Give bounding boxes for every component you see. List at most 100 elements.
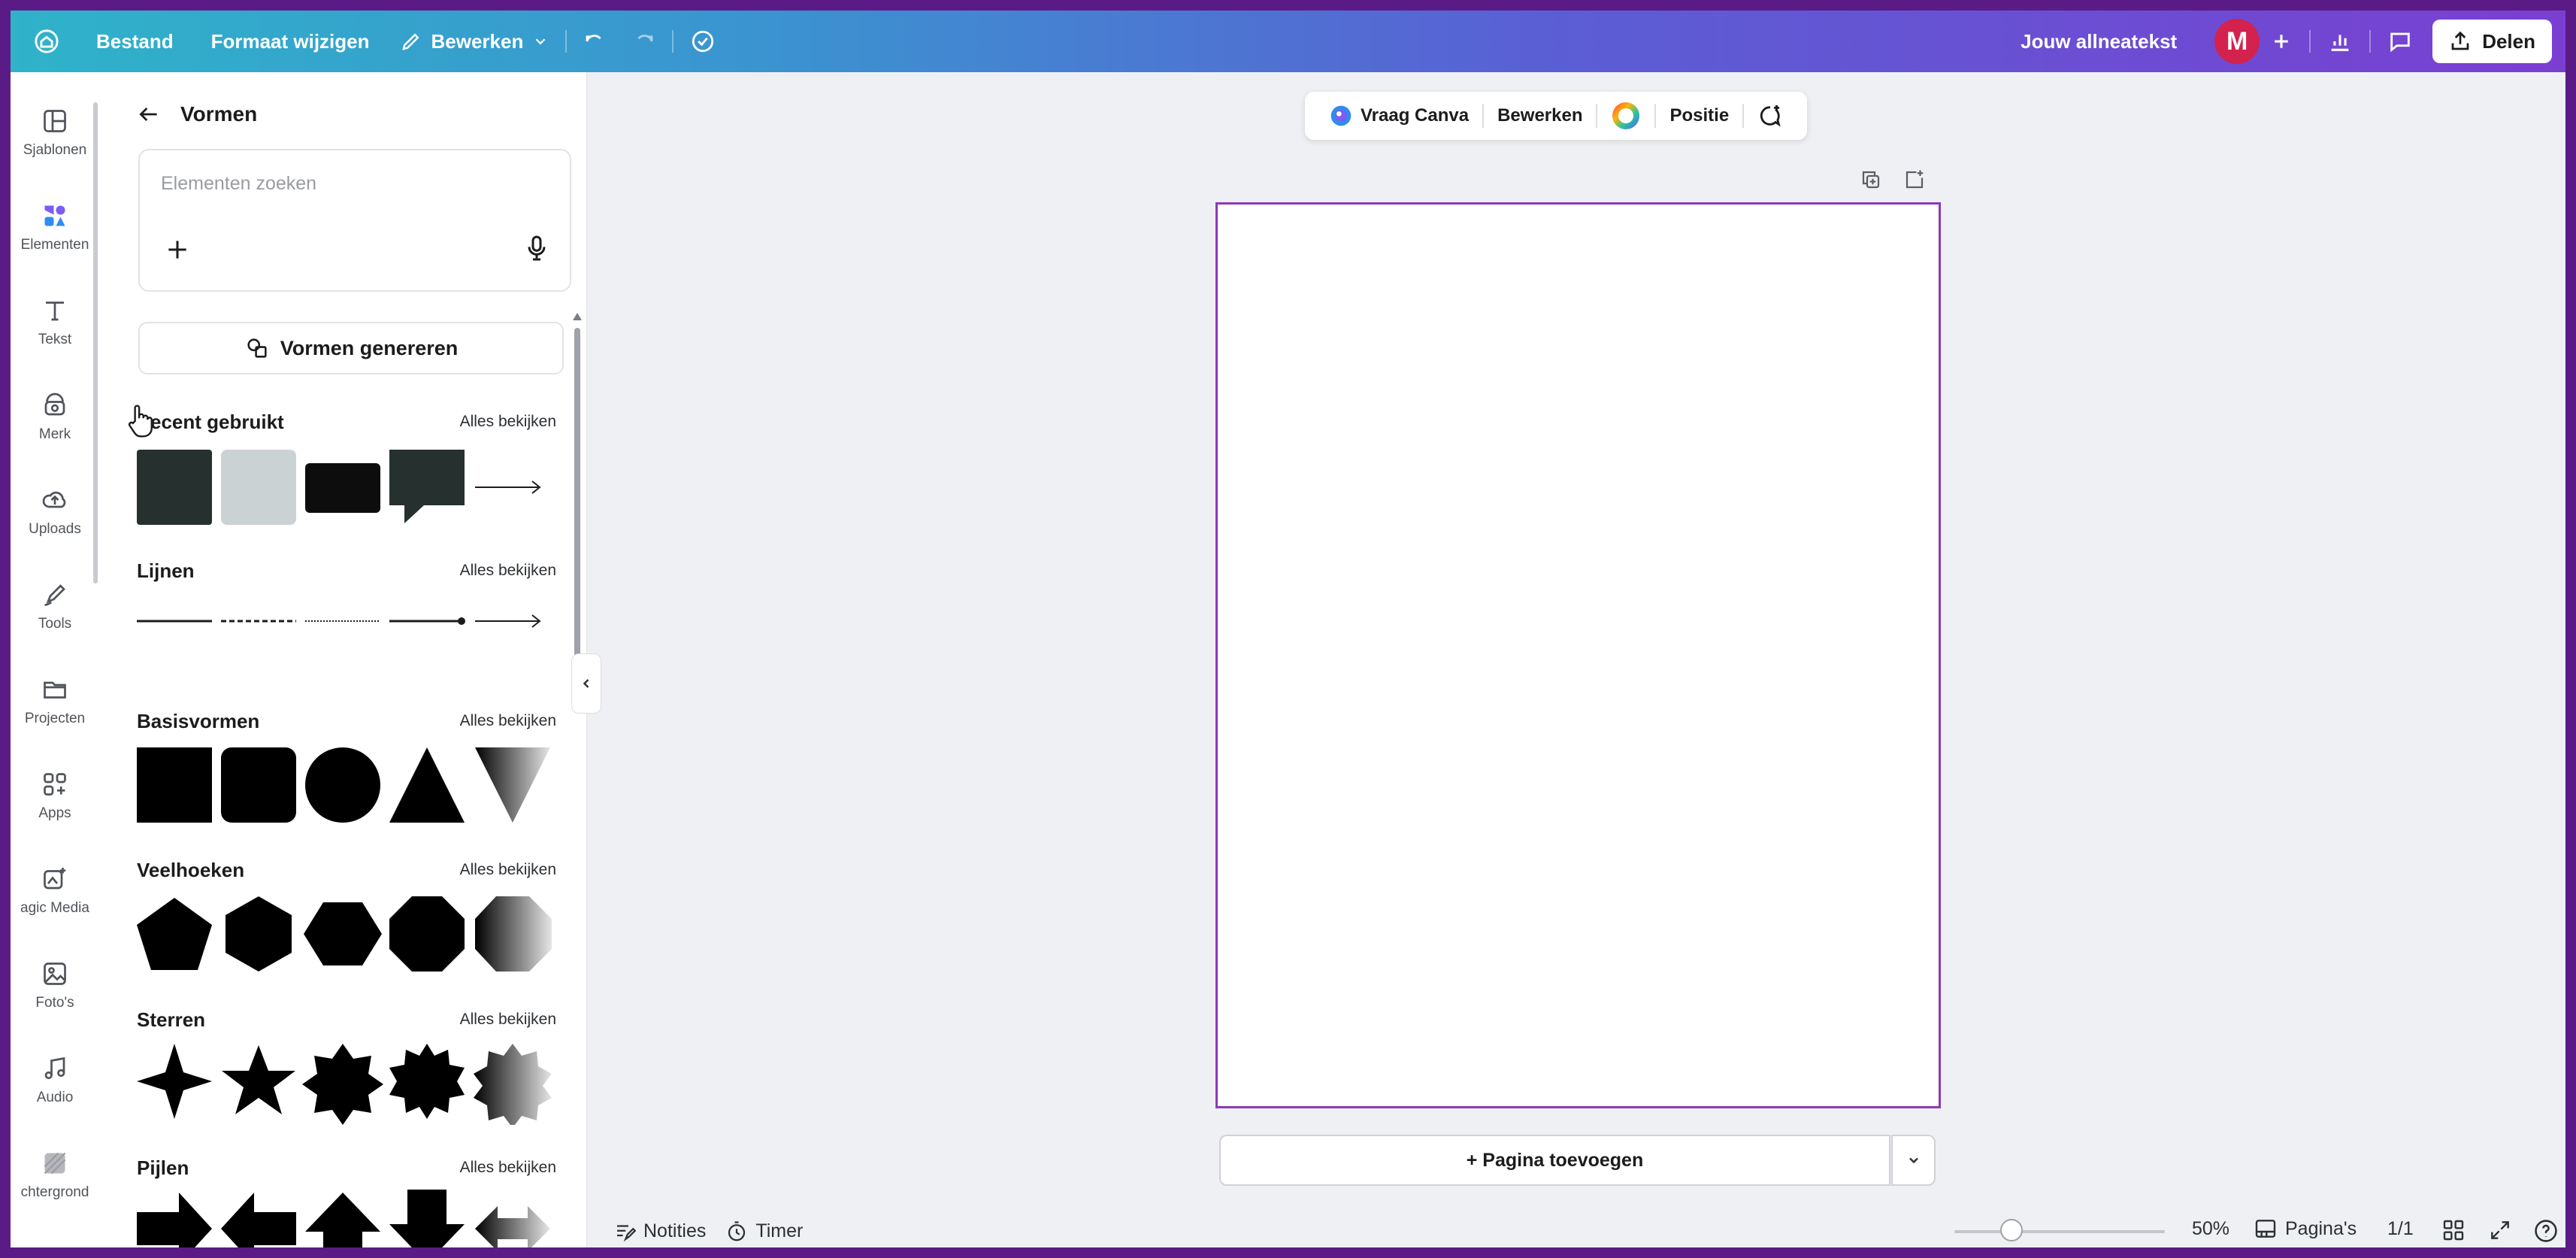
grid-view-icon[interactable] [2441, 1218, 2466, 1242]
rail-label: Tools [38, 616, 72, 632]
shape-row-stars [135, 1042, 556, 1125]
edit-button[interactable]: Bewerken [1484, 105, 1596, 126]
plus-icon[interactable] [162, 235, 192, 265]
notes-button[interactable]: Notities [613, 1220, 706, 1243]
home-button[interactable] [32, 26, 62, 56]
canva-ai-icon [1330, 105, 1352, 126]
rail-item-magic-media[interactable]: agic Media [11, 850, 99, 932]
see-all-link-recent[interactable]: Alles bekijken [460, 413, 556, 431]
search-input[interactable]: Elementen zoeken [161, 173, 316, 195]
fullscreen-icon[interactable] [2488, 1218, 2512, 1242]
rail-item-background[interactable]: chtergrond [11, 1134, 99, 1217]
rail-item-uploads[interactable]: Uploads [11, 471, 99, 553]
rail-item-photos[interactable]: Foto's [11, 944, 99, 1027]
pen-icon [44, 584, 65, 606]
shape-item [475, 1206, 550, 1247]
shape-item [475, 614, 541, 628]
avatar[interactable]: M [2214, 19, 2260, 64]
see-all-link-arrows[interactable]: Alles bekijken [460, 1159, 556, 1177]
see-all-link-polygons[interactable]: Alles bekijken [460, 861, 556, 879]
rail-scrollbar[interactable] [93, 102, 98, 584]
redo-button[interactable] [633, 30, 655, 53]
rail-item-audio[interactable]: Audio [11, 1039, 99, 1122]
rail-label: Merk [38, 426, 71, 442]
panel-title: Vormen [180, 102, 258, 126]
shape-item [305, 747, 380, 823]
shape-row-lines [135, 599, 556, 644]
position-button[interactable]: Positie [1656, 105, 1742, 126]
ask-canva-label: Vraag Canva [1361, 105, 1470, 126]
add-page-options-button[interactable] [1891, 1135, 1936, 1186]
rail-item-brand[interactable]: Merk [11, 376, 99, 459]
zoom-level[interactable]: 50% [2192, 1218, 2229, 1240]
pencil-icon [401, 33, 419, 50]
rail-item-elements[interactable]: Elementen [11, 186, 99, 269]
edit-label: Bewerken [1497, 105, 1583, 126]
resize-menu[interactable]: Formaat wijzigen [211, 30, 370, 53]
rail-item-projects[interactable]: Projecten [11, 660, 99, 743]
edit-menu[interactable]: Bewerken [400, 30, 549, 53]
ask-canva-button[interactable]: Vraag Canva [1315, 104, 1482, 128]
comment-icon [2390, 32, 2410, 53]
comment-plus-icon [1760, 105, 1781, 127]
rail-item-templates[interactable]: Sjablonen [11, 92, 99, 174]
rail-item-tools[interactable]: Tools [11, 565, 99, 648]
position-label: Positie [1669, 105, 1730, 126]
add-comment-button[interactable] [1744, 103, 1797, 129]
add-page-icon[interactable] [1903, 168, 1926, 191]
panel-scrollbar[interactable] [574, 328, 580, 659]
design-page[interactable] [1215, 202, 1941, 1108]
rail-label: Elementen [20, 237, 89, 253]
save-status-button[interactable] [690, 29, 716, 54]
comment-button[interactable] [2387, 29, 2413, 54]
collapse-panel-button[interactable] [571, 653, 601, 714]
scroll-up-arrow-icon[interactable] [571, 311, 583, 322]
zoom-slider[interactable] [1954, 1219, 2165, 1241]
rail-label: Projecten [24, 711, 86, 726]
templates-icon [44, 110, 66, 132]
zoom-slider-handle[interactable] [1999, 1219, 2023, 1241]
elements-icon [44, 205, 65, 226]
back-arrow-icon[interactable] [137, 102, 161, 126]
microphone-icon[interactable] [522, 233, 552, 263]
shape-item [226, 896, 292, 972]
see-all-link-basic[interactable]: Alles bekijken [460, 712, 556, 730]
page-count: 1/1 [2387, 1218, 2414, 1239]
add-page-button[interactable]: + Pagina toevoegen [1219, 1135, 1890, 1186]
divider [672, 30, 674, 53]
insights-button[interactable] [2327, 29, 2353, 54]
generate-shapes-button[interactable]: Vormen genereren [138, 322, 564, 374]
timer-button[interactable]: Timer [725, 1220, 803, 1243]
share-icon [2451, 31, 2469, 50]
pages-button[interactable]: Pagina's [2254, 1217, 2357, 1241]
add-collaborator-button[interactable] [2270, 30, 2293, 53]
pages-label: Pagina's [2285, 1217, 2357, 1239]
rail-label: Apps [38, 805, 71, 821]
rail-label: agic Media [20, 900, 89, 916]
shape-item [221, 450, 296, 525]
shape-item [389, 1044, 465, 1119]
divider [2369, 30, 2372, 53]
shape-item [137, 898, 212, 970]
notes-icon [617, 1224, 636, 1241]
document-title[interactable]: Jouw allneatekst [2021, 30, 2177, 53]
duplicate-page-icon[interactable] [1860, 168, 1882, 191]
rail-item-apps[interactable]: Apps [11, 755, 99, 838]
rail-item-text[interactable]: Tekst [11, 281, 99, 364]
folder-icon [44, 681, 66, 699]
see-all-link-lines[interactable]: Alles bekijken [460, 562, 556, 580]
shape-row-arrows [135, 1190, 556, 1247]
color-picker-button[interactable] [1597, 101, 1654, 131]
left-rail: Sjablonen Elementen Tekst Merk Uploads T… [11, 72, 100, 1247]
search-box[interactable]: Elementen zoeken [138, 149, 571, 292]
share-button[interactable]: Delen [2432, 20, 2552, 63]
rail-label: Audio [36, 1090, 74, 1105]
home-icon [35, 29, 59, 53]
see-all-link-stars[interactable]: Alles bekijken [460, 1011, 556, 1029]
divider [2309, 30, 2311, 53]
notes-label: Notities [643, 1220, 707, 1241]
help-icon[interactable] [2533, 1218, 2559, 1244]
rail-label: Tekst [38, 332, 72, 347]
undo-button[interactable] [583, 30, 606, 53]
file-menu[interactable]: Bestand [96, 30, 174, 53]
